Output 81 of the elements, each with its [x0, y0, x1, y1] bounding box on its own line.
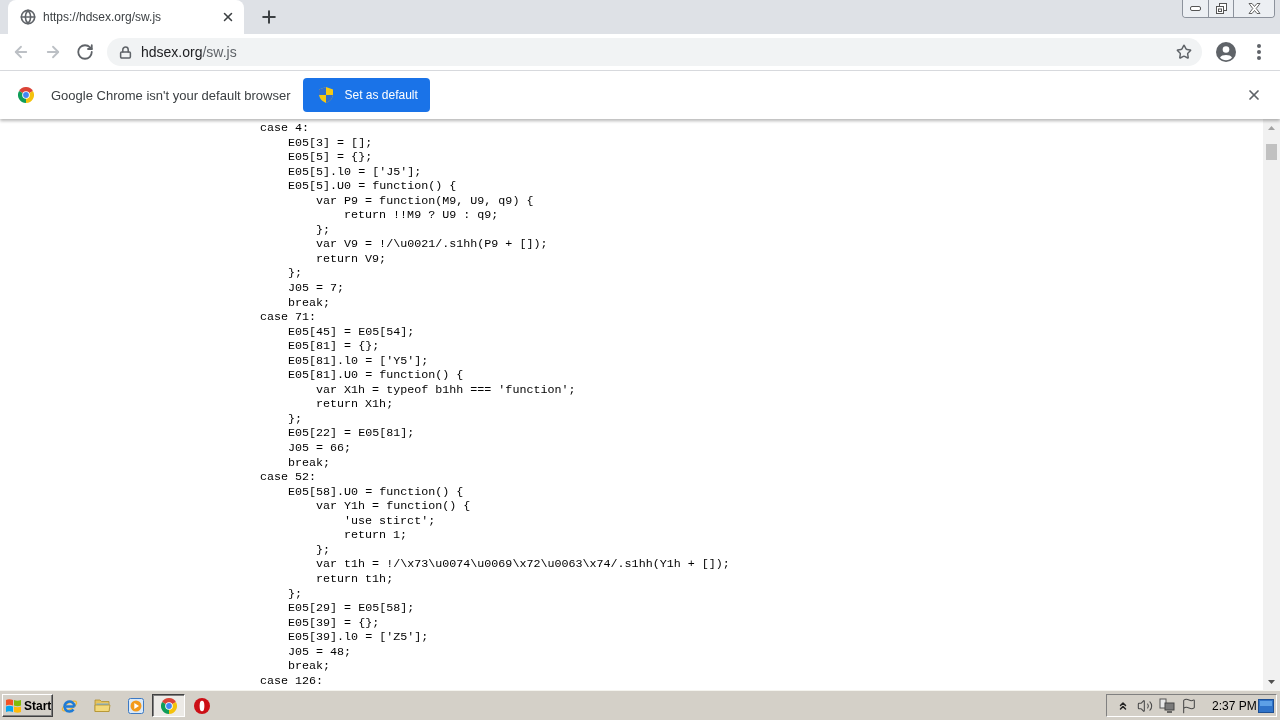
code-line: case 52:	[260, 470, 317, 485]
tab-title: https://hdsex.org/sw.js	[43, 10, 163, 24]
scrollbar-thumb[interactable]	[1266, 144, 1277, 160]
play-icon	[127, 697, 144, 714]
code-line: E05[3] = [];	[288, 135, 373, 151]
code-line: E05[81].U0 = function() {	[288, 368, 464, 383]
windows-flag-icon	[5, 697, 22, 714]
code-line: var V9 = !/\u0021/.s1hh(P9 + []);	[316, 237, 548, 252]
code-line: case 4:	[260, 121, 310, 136]
flag-icon	[1181, 697, 1197, 714]
code-line: E05[81] = {};	[288, 339, 380, 354]
o-logo-icon	[193, 697, 210, 714]
code-line: };	[316, 542, 331, 558]
code-line: E05[39].l0 = ['Z5'];	[288, 630, 429, 645]
star-icon	[1176, 44, 1192, 60]
code-line: var Y1h = function() {	[316, 499, 471, 514]
profile-icon	[1216, 42, 1236, 62]
shield-icon	[319, 87, 334, 103]
network-button[interactable]	[1156, 695, 1178, 716]
up-triangle-icon	[1268, 125, 1275, 130]
forward-arrow-icon	[44, 43, 62, 61]
reload-icon	[76, 43, 94, 61]
url-text: hdsex.org/sw.js	[141, 44, 238, 60]
speaker-icon	[1137, 697, 1153, 714]
code-line: return !!M9 ? U9 : q9;	[344, 208, 499, 223]
code-line: E05[22] = E05[81];	[288, 426, 415, 442]
infobar-message: Google Chrome isn't your default browser	[51, 87, 291, 103]
chrome-task-button[interactable]	[152, 694, 185, 717]
scrollbar[interactable]	[1263, 119, 1280, 690]
code-line: var P9 = function(M9, U9, q9) {	[316, 193, 534, 209]
close-icon	[1246, 87, 1262, 103]
code-line: case 126:	[260, 673, 324, 689]
three-dots-icon	[1257, 44, 1261, 60]
close-window-button[interactable]	[1233, 0, 1274, 17]
plus-icon	[259, 7, 279, 27]
e-logo-icon	[61, 697, 78, 714]
close-icon	[1247, 3, 1261, 14]
code-line: };	[316, 222, 331, 238]
code-line: E05[45] = E05[54];	[288, 324, 415, 340]
browser-tab[interactable]: https://hdsex.org/sw.js	[8, 0, 244, 34]
code-line: return V9;	[316, 251, 387, 267]
folder-icon	[94, 698, 111, 713]
code-line: E05[5].l0 = ['J5'];	[288, 164, 422, 180]
code-line: J05 = 48;	[288, 644, 352, 660]
code-line: return t1h;	[316, 571, 394, 587]
chrome-logo-icon	[18, 87, 34, 103]
code-line: E05[81].l0 = ['Y5'];	[288, 353, 429, 369]
globe-icon	[20, 9, 36, 25]
code-line: break;	[288, 455, 331, 471]
clock: 2:37 PM	[1212, 698, 1257, 713]
code-line: E05[29] = E05[58];	[288, 601, 415, 616]
down-triangle-icon	[1268, 679, 1275, 684]
show-desktop-button[interactable]	[1257, 696, 1275, 715]
code-line: E05[5].U0 = function() {	[288, 179, 457, 194]
code-line: var t1h = !/\x73\u0074\u0069\x72\u0063\x74/.s1hh(Y1h + []);	[316, 557, 730, 572]
code-line: J05 = 7;	[288, 281, 345, 296]
start-button[interactable]: Start	[2, 694, 53, 717]
address-bar[interactable]: hdsex.org/sw.js	[107, 38, 1202, 66]
set-default-button[interactable]: Set as default	[303, 78, 431, 112]
code-line: };	[288, 266, 303, 281]
code-line: E05[58].U0 = function() {	[288, 484, 464, 500]
lock-icon	[119, 45, 132, 59]
network-icon	[1159, 697, 1175, 714]
code-line: };	[288, 411, 303, 427]
code-line: J05 = 66;	[288, 441, 352, 456]
code-line: break;	[288, 295, 331, 311]
minimize-icon	[1190, 6, 1201, 11]
code-line: 'use stirct';	[344, 513, 436, 529]
code-line: case 71:	[260, 310, 317, 325]
chrome-icon	[160, 697, 177, 714]
code-line: E05[39] = {};	[288, 615, 380, 631]
code-line: var X1h = typeof b1hh === 'function';	[316, 382, 576, 398]
code-line: E05[5] = {};	[288, 150, 373, 165]
close-icon	[221, 10, 235, 24]
code-line: return 1;	[344, 528, 408, 543]
code-line: break;	[288, 659, 331, 674]
show-desktop-icon	[1258, 698, 1274, 713]
restore-icon	[1215, 3, 1227, 14]
chevrons-up-icon	[1117, 699, 1129, 712]
code-line: };	[288, 586, 303, 602]
code-line: return X1h;	[316, 397, 394, 412]
